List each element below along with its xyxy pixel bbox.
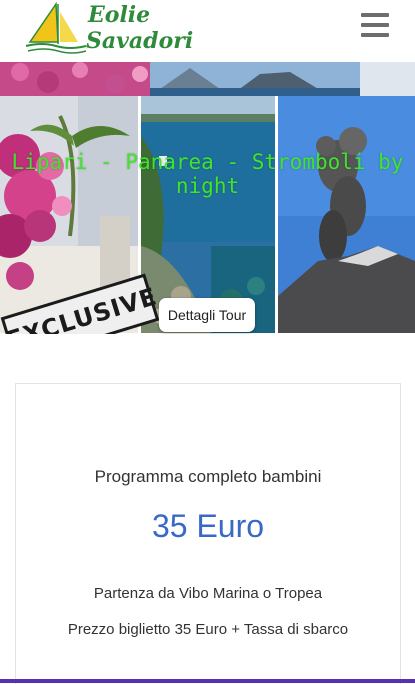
stromboli-volcano-photo [278, 96, 415, 333]
logo-wordmark: Eolie Savadori [86, 2, 198, 54]
ticket-price-info: Prezzo biglietto 35 Euro + Tassa di sbar… [67, 621, 349, 638]
menu-bar-bottom [361, 33, 389, 37]
logo-line-1: Eolie [88, 2, 151, 28]
departure-info: Partenza da Vibo Marina o Tropea [93, 585, 323, 602]
program-title: Programma completo bambini [94, 467, 322, 486]
site-header: Eolie Savadori [0, 0, 415, 62]
site-logo[interactable]: Eolie Savadori [22, 2, 193, 58]
hamburger-menu-button[interactable] [361, 12, 389, 38]
bottom-accent-bar [0, 679, 415, 683]
hero-tour-title: Lipari - Panarea - Stromboli by night [11, 150, 404, 198]
hamburger-menu-icon [361, 13, 389, 17]
hero-banner[interactable]: Lipari - Panarea - Stromboli by night EX… [0, 62, 415, 334]
sailboat-logo-icon [25, 2, 87, 54]
coastline-strip-image [0, 62, 415, 96]
pricing-card: Programma completo bambini 35 Euro Parte… [15, 383, 401, 684]
program-price: 35 Euro [151, 508, 265, 544]
tour-details-button[interactable]: Dettagli Tour [159, 298, 255, 332]
logo-line-2: Savadori [86, 28, 194, 54]
menu-bar-middle [361, 23, 389, 27]
